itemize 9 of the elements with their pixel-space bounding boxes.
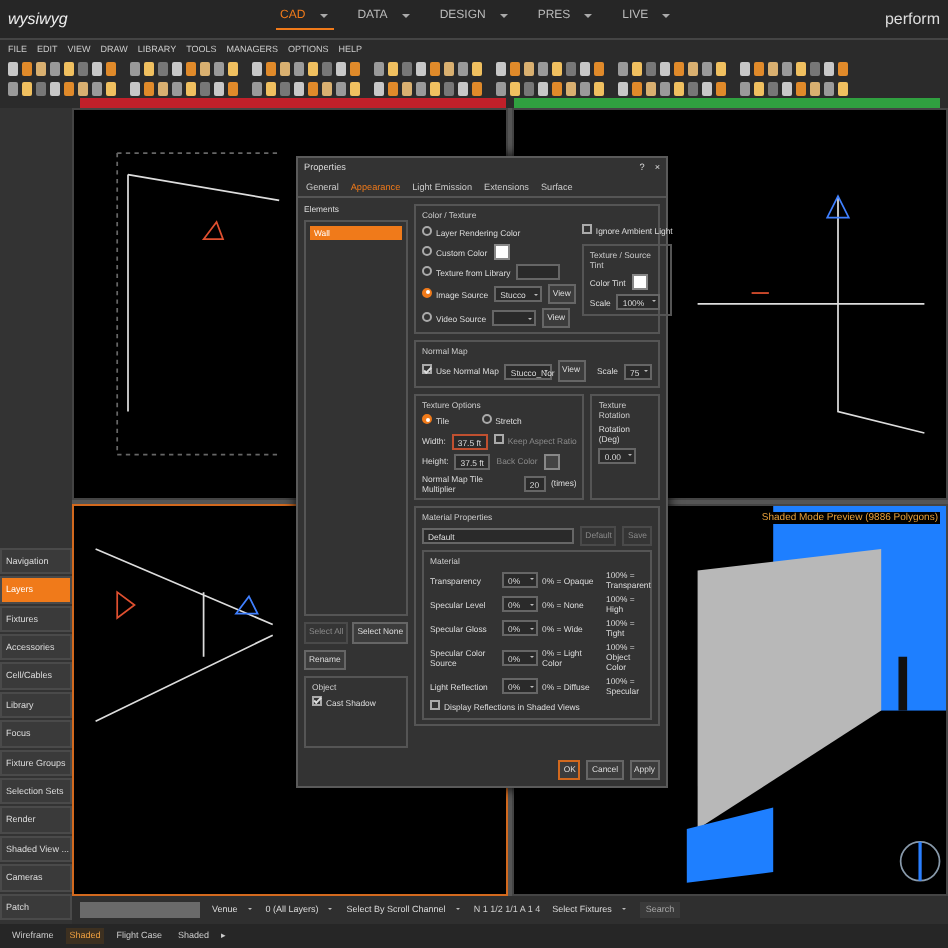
back-color-swatch[interactable] — [543, 453, 560, 470]
command-field[interactable] — [80, 902, 200, 918]
color-swatch[interactable] — [493, 244, 510, 261]
source-dropdown[interactable] — [492, 310, 537, 327]
library-field[interactable] — [516, 264, 561, 281]
app-logo: wysiwyg — [8, 9, 68, 29]
compass-icon[interactable] — [899, 841, 941, 882]
brand-text: perform — [884, 9, 940, 29]
tint-swatch[interactable] — [631, 274, 648, 291]
